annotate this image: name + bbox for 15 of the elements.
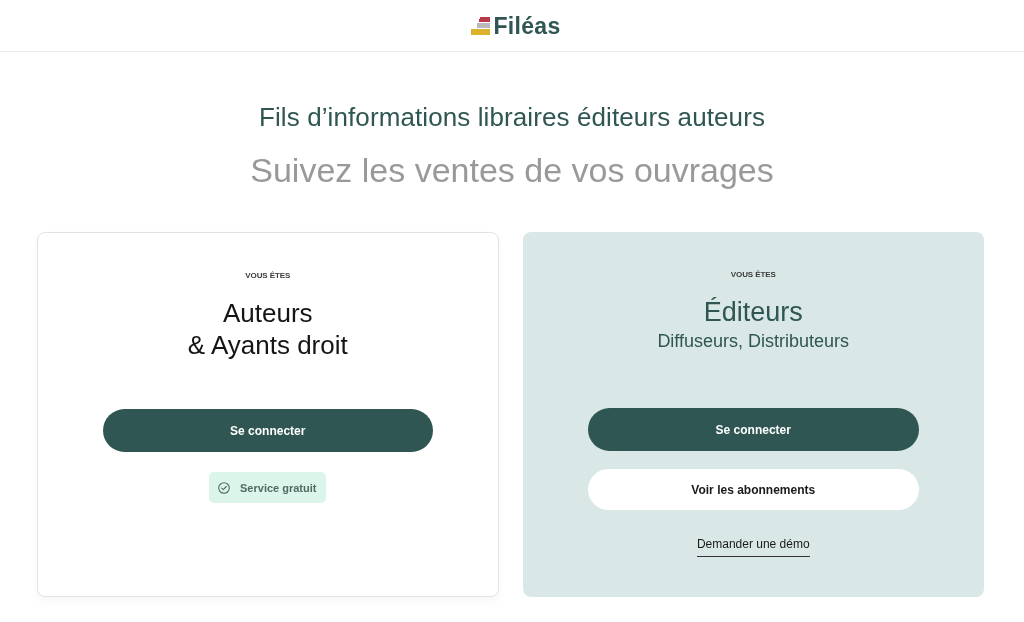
card-title: Éditeurs (703, 296, 803, 328)
subscriptions-button[interactable]: Voir les abonnements (587, 469, 919, 510)
check-circle-icon (218, 481, 231, 494)
headline: Fils d’informations libraires éditeurs auteurs (259, 101, 765, 133)
logo[interactable]: Filéas (471, 11, 561, 40)
eyebrow-label: VOUS ÊTES (245, 270, 291, 282)
demo-link[interactable]: Demander une démo (696, 536, 810, 557)
subheadline: Suivez les ventes de vos ouvrages (250, 150, 774, 190)
card-subtitle: Diffuseurs, Distributeurs (657, 330, 850, 353)
eyebrow-label: VOUS ÊTES (730, 269, 776, 281)
login-button[interactable]: Se connecter (587, 408, 919, 451)
stacked-bars-icon (471, 16, 492, 35)
card-title: Auteurs & Ayants droit (187, 297, 348, 361)
badge-label: Service gratuit (240, 481, 317, 494)
login-button[interactable]: Se connecter (103, 409, 433, 452)
